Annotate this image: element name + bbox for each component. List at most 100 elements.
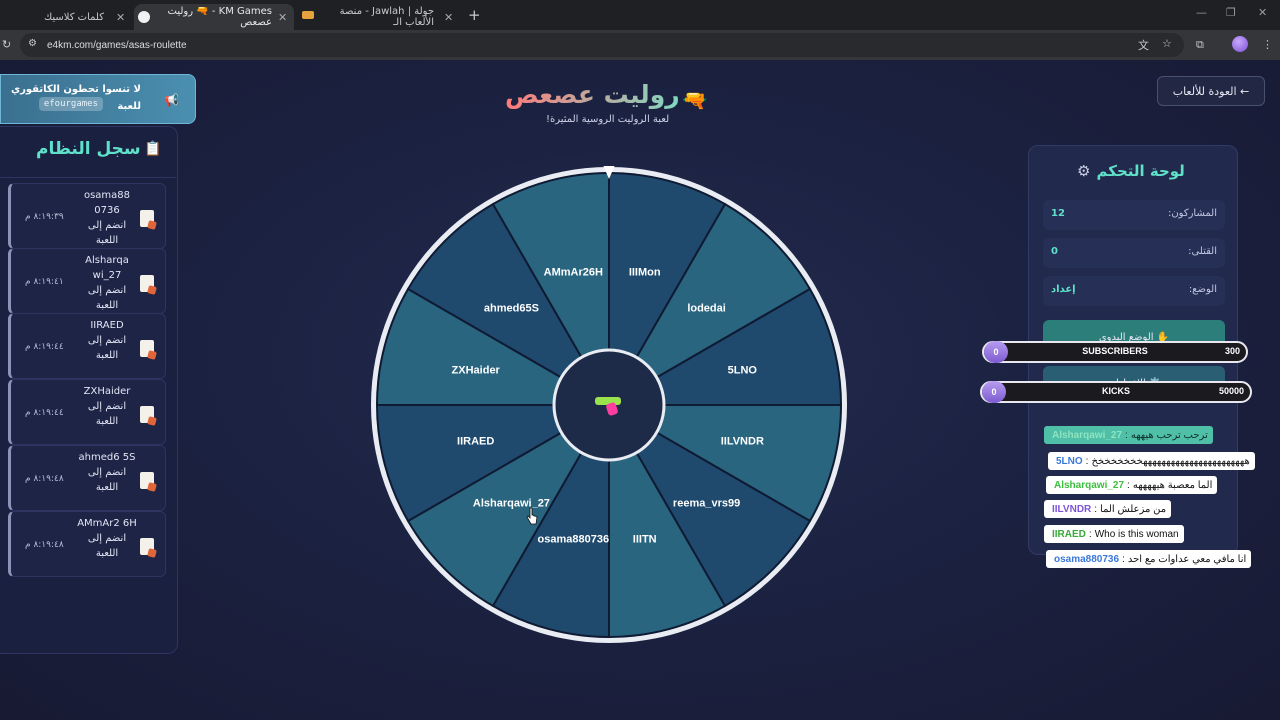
chat-text: من مزعلش الما	[1100, 503, 1167, 515]
reload-icon[interactable]: ↻	[2, 38, 11, 51]
close-icon[interactable]: ✕	[116, 11, 125, 24]
wheel-player-label: reema_vrs99	[673, 498, 740, 510]
tab-roulette[interactable]: KM Games - 🔫 روليت عصعص ✕	[134, 4, 294, 30]
log-item: AMmAr2 6H انضم إلى اللعبة ٨:١٩:٤٨ م	[8, 511, 166, 577]
log-item: IIRAED انضم إلى اللعبة ٨:١٩:٤٤ م	[8, 313, 166, 379]
document-icon	[140, 275, 154, 292]
log-time: ٨:١٩:٤٨ م	[25, 474, 64, 484]
address-bar: ↻ ⚙ e4km.com/games/asas-roulette 文 ☆ ⧉ ⋮	[0, 30, 1280, 60]
translate-icon[interactable]: 文	[1138, 37, 1149, 53]
log-action: انضم إلى اللعبة	[87, 467, 127, 493]
log-item: osama88 0736 انضم إلى اللعبة ٨:١٩:٣٩ م	[8, 183, 166, 249]
url-text[interactable]: e4km.com/games/asas-roulette	[47, 40, 187, 51]
chat-username: osama880736	[1054, 553, 1120, 565]
bookmark-star-icon[interactable]: ☆	[1162, 37, 1172, 50]
restore-icon[interactable]: ❐	[1226, 6, 1236, 19]
chat-text: ترحب ترحب هيههه	[1130, 429, 1208, 441]
log-action: انضم إلى اللعبة	[87, 220, 127, 246]
site-info-icon[interactable]: ⚙	[28, 38, 37, 49]
subscribers-goal: 300	[1224, 346, 1240, 356]
chat-message: هههههههههههههههههههههههخخخخخخخخ:5LNO	[1048, 452, 1255, 470]
tab-title: KM Games - 🔫 روليت عصعص	[167, 6, 273, 28]
control-title: لوحة التحكم ⚙	[1077, 162, 1185, 180]
log-time: ٨:١٩:٣٩ م	[25, 212, 64, 222]
document-icon	[140, 340, 154, 357]
log-action: انضم إلى اللعبة	[87, 285, 127, 311]
log-time: ٨:١٩:٤٨ م	[25, 540, 64, 550]
category-notice: 📢 لا تنسوا تحطون الكاتقوري للعبة efourga…	[0, 74, 196, 124]
new-tab-icon[interactable]: +	[468, 6, 481, 24]
omnibox[interactable]: ⚙ e4km.com/games/asas-roulette 文 ☆	[20, 33, 1184, 57]
wheel-player-label: AMmAr26H	[544, 267, 603, 279]
chat-username: IIRAED	[1052, 528, 1086, 540]
kicks-goal-bar: 0 KICKS 50000	[980, 381, 1252, 403]
log-action: انضم إلى اللعبة	[87, 533, 127, 559]
log-user: osama88 0736	[83, 190, 131, 216]
wheel-player-label: IILVNDR	[721, 436, 764, 448]
water-gun-icon: 🔫	[682, 88, 707, 112]
menu-kebab-icon[interactable]: ⋮	[1262, 38, 1273, 51]
roulette-wheel[interactable]: IIIMon lodedai 5LNO IILVNDR reema_vrs99 IIITN…	[370, 166, 848, 644]
log-user: Alsharqa wi_27	[85, 255, 129, 281]
wheel-player-label: IIIMon	[629, 267, 661, 279]
wheel-player-label: ZXHaider	[452, 364, 501, 376]
close-icon[interactable]: ✕	[278, 11, 287, 24]
gear-icon: ⚙	[1077, 162, 1091, 180]
close-icon[interactable]: ✕	[444, 11, 453, 24]
stat-participants: المشاركون: 12	[1043, 200, 1225, 230]
chat-message: الما معصبة هيههههه: Alsharqawi_27	[1046, 476, 1218, 494]
minimize-icon[interactable]: —	[1196, 6, 1207, 19]
chat-message: Who is this woman: IIRAED	[1044, 525, 1184, 543]
notice-line-2: للعبة	[117, 101, 141, 112]
log-action: انضم إلى اللعبة	[87, 335, 127, 361]
close-window-icon[interactable]: ✕	[1258, 6, 1267, 19]
log-message: ahmed6 5S انضم إلى اللعبة	[77, 450, 137, 495]
log-time: ٨:١٩:٤٤ م	[25, 342, 64, 352]
tab-title: كلمات كلاسيك	[43, 11, 104, 23]
game-title: روليت عصعص	[505, 80, 680, 109]
subscribers-label: SUBSCRIBERS	[1082, 346, 1148, 356]
log-title: سجل النظام	[36, 139, 141, 159]
tab-classic-words[interactable]: ✕ كلمات كلاسيك	[16, 4, 134, 30]
log-message: IIRAED انضم إلى اللعبة	[77, 318, 137, 363]
stat-label: الوضع:	[1188, 284, 1217, 295]
stat-killed: القتلى: 0	[1043, 238, 1225, 268]
browser-tab-strip: ✕ كلمات كلاسيك KM Games - 🔫 روليت عصعص ✕…	[0, 0, 1280, 30]
subscribers-goal-bar: 0 SUBSCRIBERS 300	[982, 341, 1248, 363]
log-user: ahmed6 5S	[78, 452, 136, 463]
wheel-player-label: lodedai	[687, 302, 726, 314]
stat-value: 0	[1051, 246, 1058, 257]
stat-mode: الوضع: إعداد	[1043, 276, 1225, 306]
stat-value: إعداد	[1051, 284, 1076, 295]
kicks-label: KICKS	[1101, 386, 1130, 396]
extensions-icon[interactable]: ⧉	[1196, 38, 1204, 52]
stat-label: القتلى:	[1188, 246, 1217, 257]
chat-text: انا مافي معي عداوات مع احد	[1127, 553, 1247, 565]
megaphone-icon: 📢	[164, 93, 179, 107]
chat-text: هههههههههههههههههههههههخخخخخخخخ	[1091, 455, 1250, 467]
log-message: ZXHaider انضم إلى اللعبة	[77, 384, 137, 429]
chat-message: من مزعلش الما: IILVNDR	[1044, 500, 1172, 518]
profile-avatar[interactable]	[1232, 36, 1248, 52]
log-divider	[0, 177, 176, 178]
chat-text: Who is this woman	[1094, 528, 1179, 540]
notice-line-1: لا تنسوا تحطون الكاتقوري	[10, 84, 141, 95]
kicks-goal: 50000	[1218, 386, 1244, 396]
chat-username: Alsharqawi_27	[1054, 479, 1125, 491]
tab-jawlah[interactable]: جولة | Jawlah - منصة الألعاب الـ ✕	[298, 4, 462, 30]
wheel-player-label: Alsharqawi_27	[473, 498, 550, 510]
document-icon	[140, 210, 154, 227]
wheel-player-label: IIITN	[633, 533, 657, 545]
tab-title: جولة | Jawlah - منصة الألعاب الـ	[339, 6, 434, 28]
log-user: IIRAED	[90, 320, 124, 331]
log-item: Alsharqa wi_27 انضم إلى اللعبة ٨:١٩:٤١ م	[8, 248, 166, 314]
log-item: ahmed6 5S انضم إلى اللعبة ٨:١٩:٤٨ م	[8, 445, 166, 511]
back-to-games-button[interactable]: ← العودة للألعاب	[1157, 76, 1265, 106]
clipboard-icon: 📋	[144, 141, 162, 157]
wheel-player-label: ahmed65S	[484, 302, 539, 314]
log-item: ZXHaider انضم إلى اللعبة ٨:١٩:٤٤ م	[8, 379, 166, 445]
wheel-player-label: 5LNO	[728, 364, 758, 376]
stat-value: 12	[1051, 208, 1065, 219]
chat-username: IILVNDR	[1052, 503, 1092, 515]
log-user: AMmAr2 6H	[77, 518, 137, 529]
